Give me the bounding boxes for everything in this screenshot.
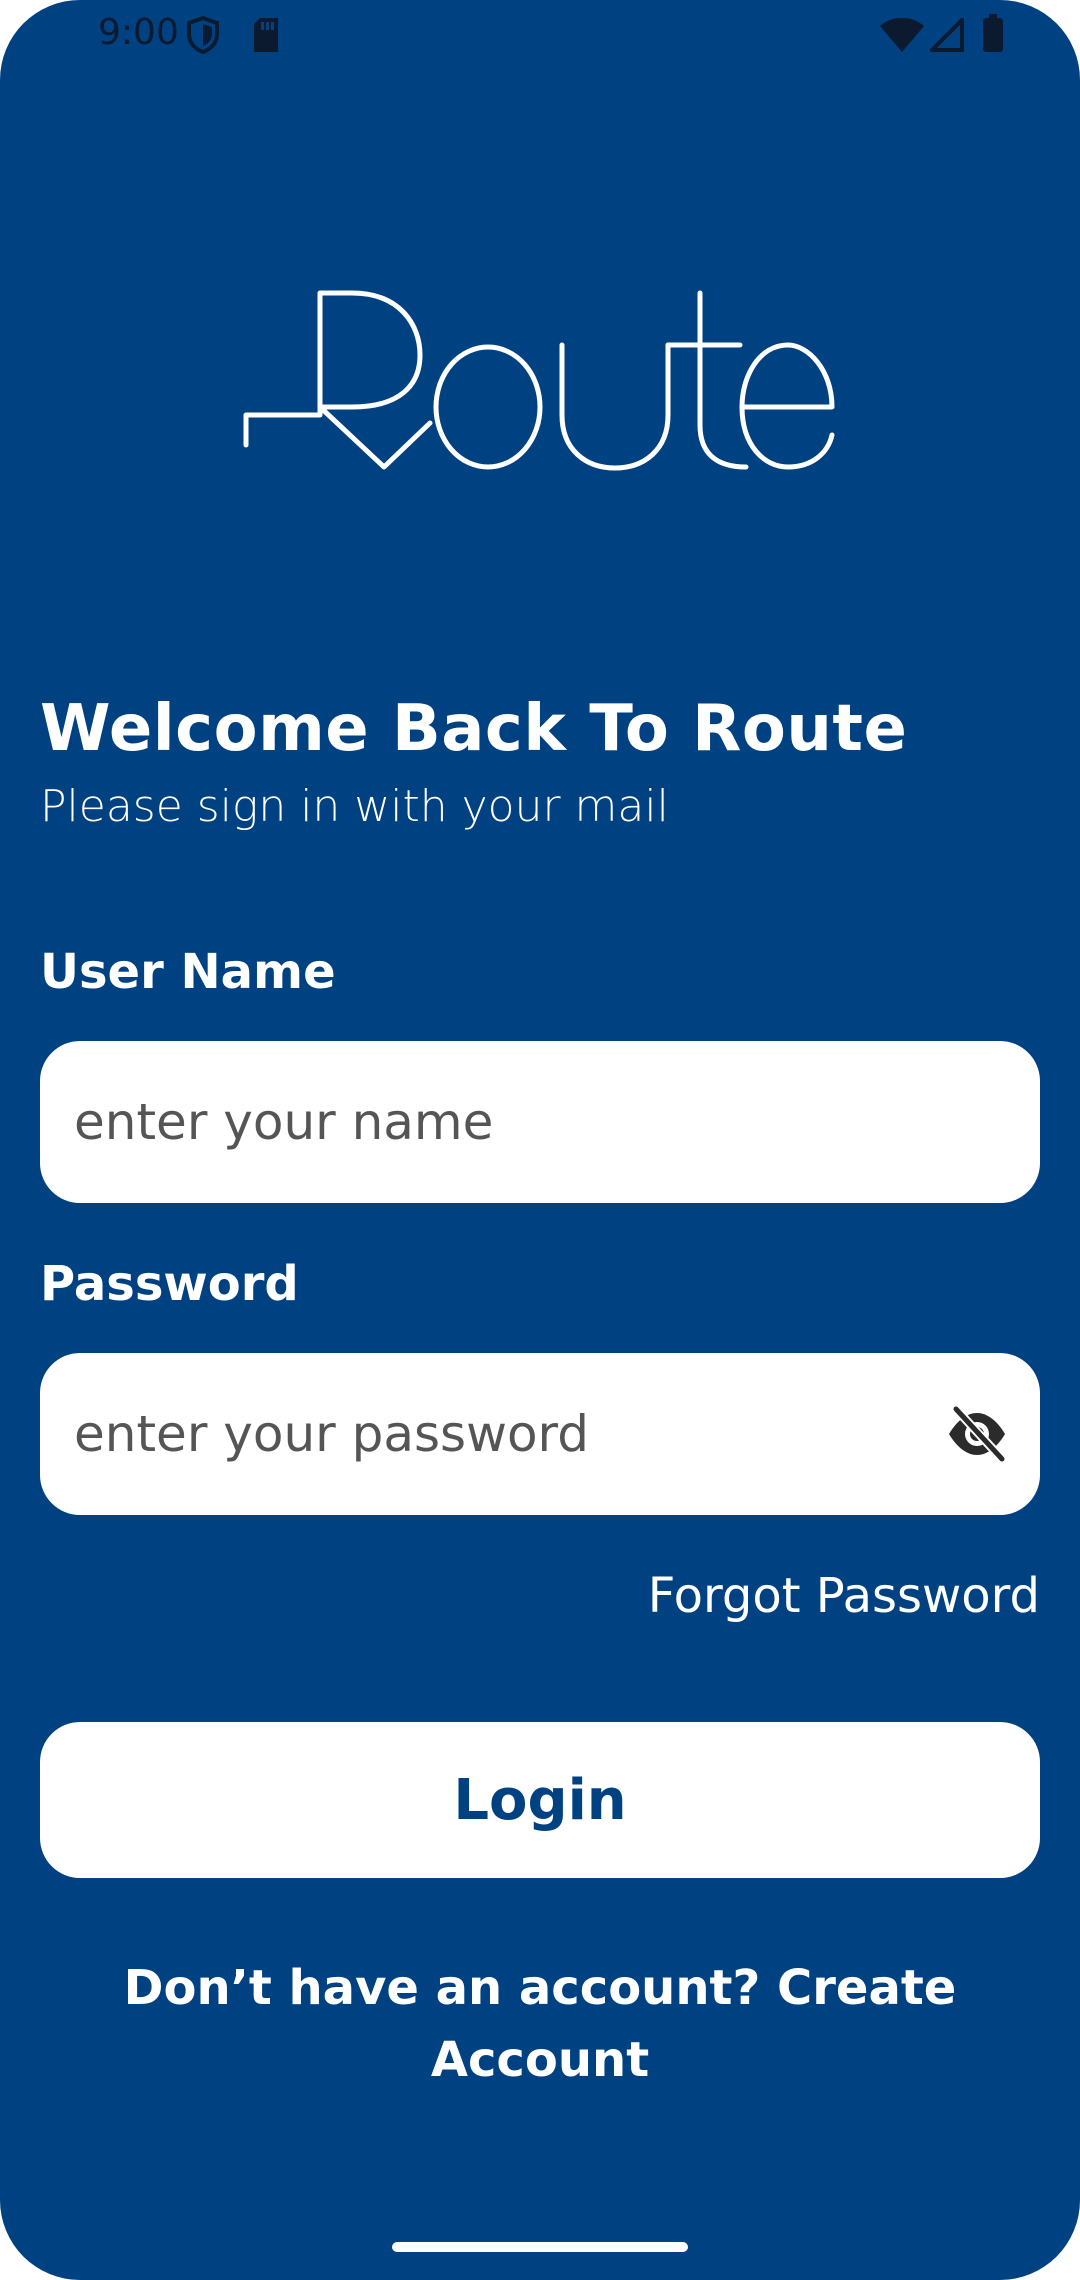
home-indicator[interactable]	[392, 2242, 688, 2252]
username-field-container	[40, 1041, 1040, 1203]
eye-off-icon[interactable]	[946, 1404, 1008, 1464]
battery-icon	[982, 14, 1004, 52]
forgot-password-link[interactable]: Forgot Password	[648, 1568, 1040, 1624]
cellular-signal-icon	[927, 15, 964, 52]
login-screen: 9:00 Welcome Back To Route Please sign i…	[0, 0, 1080, 2280]
route-logo	[240, 285, 840, 480]
status-bar: 9:00	[0, 0, 1080, 66]
username-label: User Name	[40, 944, 336, 1000]
welcome-subtitle: Please sign in with your mail	[40, 781, 669, 832]
username-input[interactable]	[74, 1041, 894, 1203]
login-button[interactable]: Login	[40, 1722, 1040, 1878]
welcome-title: Welcome Back To Route	[40, 692, 908, 766]
status-time: 9:00	[98, 12, 179, 53]
wifi-icon	[880, 17, 924, 52]
sim-card-icon	[252, 18, 280, 52]
create-account-link[interactable]: Don’t have an account? Create Account	[90, 1952, 990, 2096]
shield-icon	[186, 15, 220, 55]
password-label: Password	[40, 1256, 299, 1312]
password-input[interactable]	[74, 1353, 894, 1515]
password-field-container	[40, 1353, 1040, 1515]
